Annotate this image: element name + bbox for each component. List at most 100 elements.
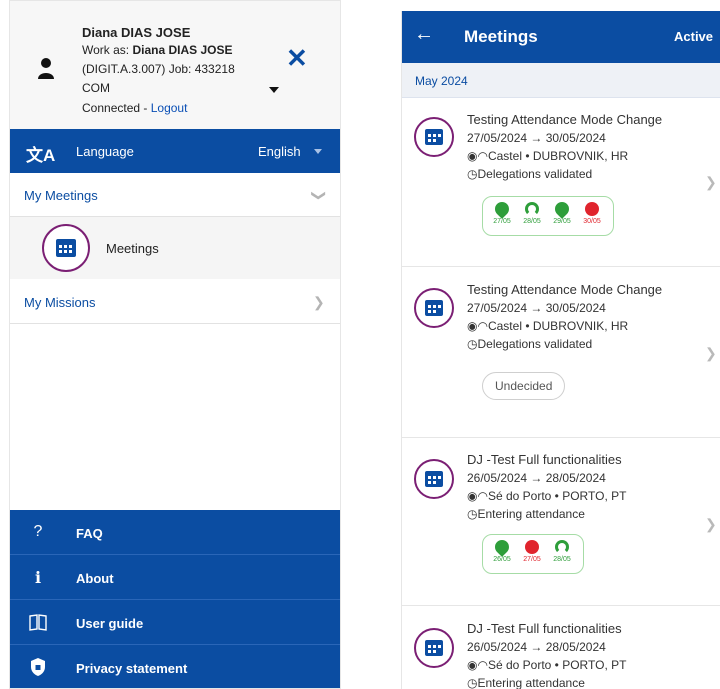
headset-icon — [525, 202, 539, 216]
user-icon — [38, 58, 54, 79]
meeting-location: ◉◠Castel • DUBROVNIK, HR — [467, 319, 628, 333]
chevron-down-icon: ❯ — [311, 189, 328, 202]
meeting-status: ◷Delegations validated — [467, 337, 592, 351]
clock-icon: ◷ — [467, 167, 478, 181]
meeting-status-text: Entering attendance — [477, 676, 585, 689]
shield-icon — [31, 658, 45, 676]
language-value[interactable]: English — [258, 144, 301, 159]
language-label: Language — [76, 144, 134, 159]
clock-icon: ◷ — [467, 337, 478, 351]
attendance-date: 28/05 — [523, 218, 541, 225]
connected-line: Connected - Logout — [82, 101, 187, 115]
attendance-summary: 27/05 28/05 29/05 30/05 — [482, 196, 614, 236]
location-pin-icon — [552, 199, 572, 219]
minus-circle-icon — [525, 540, 539, 554]
attendance-date: 26/05 — [493, 556, 511, 563]
attendance-day-in-person: 26/05 — [489, 537, 515, 563]
meeting-location: ◉◠Castel • DUBROVNIK, HR — [467, 149, 628, 163]
translate-icon: 文A — [26, 146, 56, 165]
work-as-prefix: Work as: — [82, 43, 133, 57]
about-label: About — [76, 571, 114, 586]
chevron-right-icon: ❯ — [705, 174, 717, 190]
headset-icon: ◠ — [477, 489, 488, 503]
attendance-date: 28/05 — [553, 556, 571, 563]
status-filter[interactable]: Active — [674, 29, 713, 44]
faq-label: FAQ — [76, 526, 103, 541]
meeting-status-text: Delegations validated — [477, 337, 593, 351]
job-line: (DIGIT.A.3.007) Job: 433218 — [82, 62, 235, 76]
meeting-dates: 27/05/2024 → 30/05/2024 — [467, 301, 606, 315]
month-label: May 2024 — [415, 74, 468, 88]
question-icon: ? — [33, 523, 43, 540]
nav-my-meetings[interactable]: My Meetings ❯ — [10, 173, 340, 217]
chevron-right-icon: ❯ — [313, 294, 325, 310]
footer-item-privacy[interactable]: Privacy statement — [10, 645, 340, 688]
meeting-location-text: Sé do Porto • PORTO, PT — [487, 658, 627, 672]
headset-icon — [555, 540, 569, 554]
my-missions-label: My Missions — [24, 295, 96, 310]
close-icon[interactable]: ✕ — [286, 45, 308, 71]
meeting-status: ◷Entering attendance — [467, 507, 585, 521]
profile-dropdown-icon[interactable] — [269, 87, 279, 93]
connected-label: Connected - — [82, 101, 151, 115]
calendar-icon — [414, 288, 454, 328]
minus-circle-icon — [585, 202, 599, 216]
headset-icon: ◠ — [477, 319, 488, 333]
location-pin-icon: ◉ — [467, 319, 478, 333]
month-header: May 2024 — [402, 63, 720, 98]
meeting-location: ◉◠Sé do Porto • PORTO, PT — [467, 489, 626, 503]
clock-icon: ◷ — [467, 676, 478, 689]
meeting-title: DJ -Test Full functionalities — [467, 452, 622, 467]
work-as-line: Work as: Diana DIAS JOSE — [82, 43, 233, 57]
footer-item-about[interactable]: i About — [10, 555, 340, 600]
location-pin-icon: ◉ — [467, 149, 478, 163]
footer-item-faq[interactable]: ? FAQ — [10, 510, 340, 555]
language-selector[interactable]: 文A Language English — [10, 129, 340, 173]
my-meetings-label: My Meetings — [24, 188, 98, 203]
attendance-day-in-person: 27/05 — [489, 199, 515, 225]
location-pin-icon — [492, 199, 512, 219]
meeting-status-text: Delegations validated — [477, 167, 593, 181]
meetings-screen: ← Meetings Active May 2024 Testing Atten… — [401, 11, 720, 689]
meeting-card[interactable]: DJ -Test Full functionalities 26/05/2024… — [402, 606, 720, 689]
nav-meetings[interactable]: Meetings — [10, 217, 340, 279]
meeting-title: DJ -Test Full functionalities — [467, 621, 622, 636]
meeting-status: ◷Delegations validated — [467, 167, 592, 181]
meeting-card[interactable]: DJ -Test Full functionalities 26/05/2024… — [402, 438, 720, 606]
meeting-dates: 27/05/2024 → 30/05/2024 — [467, 131, 606, 145]
meeting-title: Testing Attendance Mode Change — [467, 282, 663, 297]
user-name: Diana DIAS JOSE — [82, 25, 191, 40]
calendar-icon — [414, 628, 454, 668]
nav-my-missions[interactable]: My Missions ❯ — [10, 280, 340, 324]
logout-link[interactable]: Logout — [151, 101, 188, 115]
attendance-date: 30/05 — [583, 218, 601, 225]
attendance-day-remote: 28/05 — [519, 202, 545, 225]
meeting-location: ◉◠Sé do Porto • PORTO, PT — [467, 658, 626, 672]
book-icon — [29, 614, 47, 631]
location-pin-icon — [492, 537, 512, 557]
calendar-icon — [414, 117, 454, 157]
meeting-card[interactable]: Testing Attendance Mode Change 27/05/202… — [402, 98, 720, 267]
meeting-status: ◷Entering attendance — [467, 676, 585, 689]
meeting-title: Testing Attendance Mode Change — [467, 112, 663, 127]
clock-icon: ◷ — [467, 507, 478, 521]
org-line: COM — [82, 81, 110, 95]
footer-menu: ? FAQ i About User guide Privacy stateme… — [10, 510, 340, 688]
meeting-card[interactable]: Testing Attendance Mode Change 27/05/202… — [402, 267, 720, 438]
meeting-dates: 26/05/2024 → 28/05/2024 — [467, 640, 606, 654]
page-title: Meetings — [464, 27, 538, 46]
attendance-date: 27/05 — [523, 556, 541, 563]
app-root: Diana DIAS JOSE Work as: Diana DIAS JOSE… — [0, 0, 720, 689]
attendance-summary: 26/05 27/05 28/05 — [482, 534, 584, 574]
footer-item-user-guide[interactable]: User guide — [10, 600, 340, 645]
user-guide-label: User guide — [76, 616, 144, 631]
calendar-icon — [414, 459, 454, 499]
meeting-status-text: Entering attendance — [477, 507, 585, 521]
meetings-label: Meetings — [106, 241, 159, 256]
meeting-dates: 26/05/2024 → 28/05/2024 — [467, 471, 606, 485]
headset-icon: ◠ — [477, 658, 488, 672]
attendance-day-absent: 27/05 — [519, 540, 545, 563]
attendance-date: 27/05 — [493, 218, 511, 225]
back-arrow-icon[interactable]: ← — [414, 23, 434, 46]
chevron-down-icon — [314, 149, 322, 154]
